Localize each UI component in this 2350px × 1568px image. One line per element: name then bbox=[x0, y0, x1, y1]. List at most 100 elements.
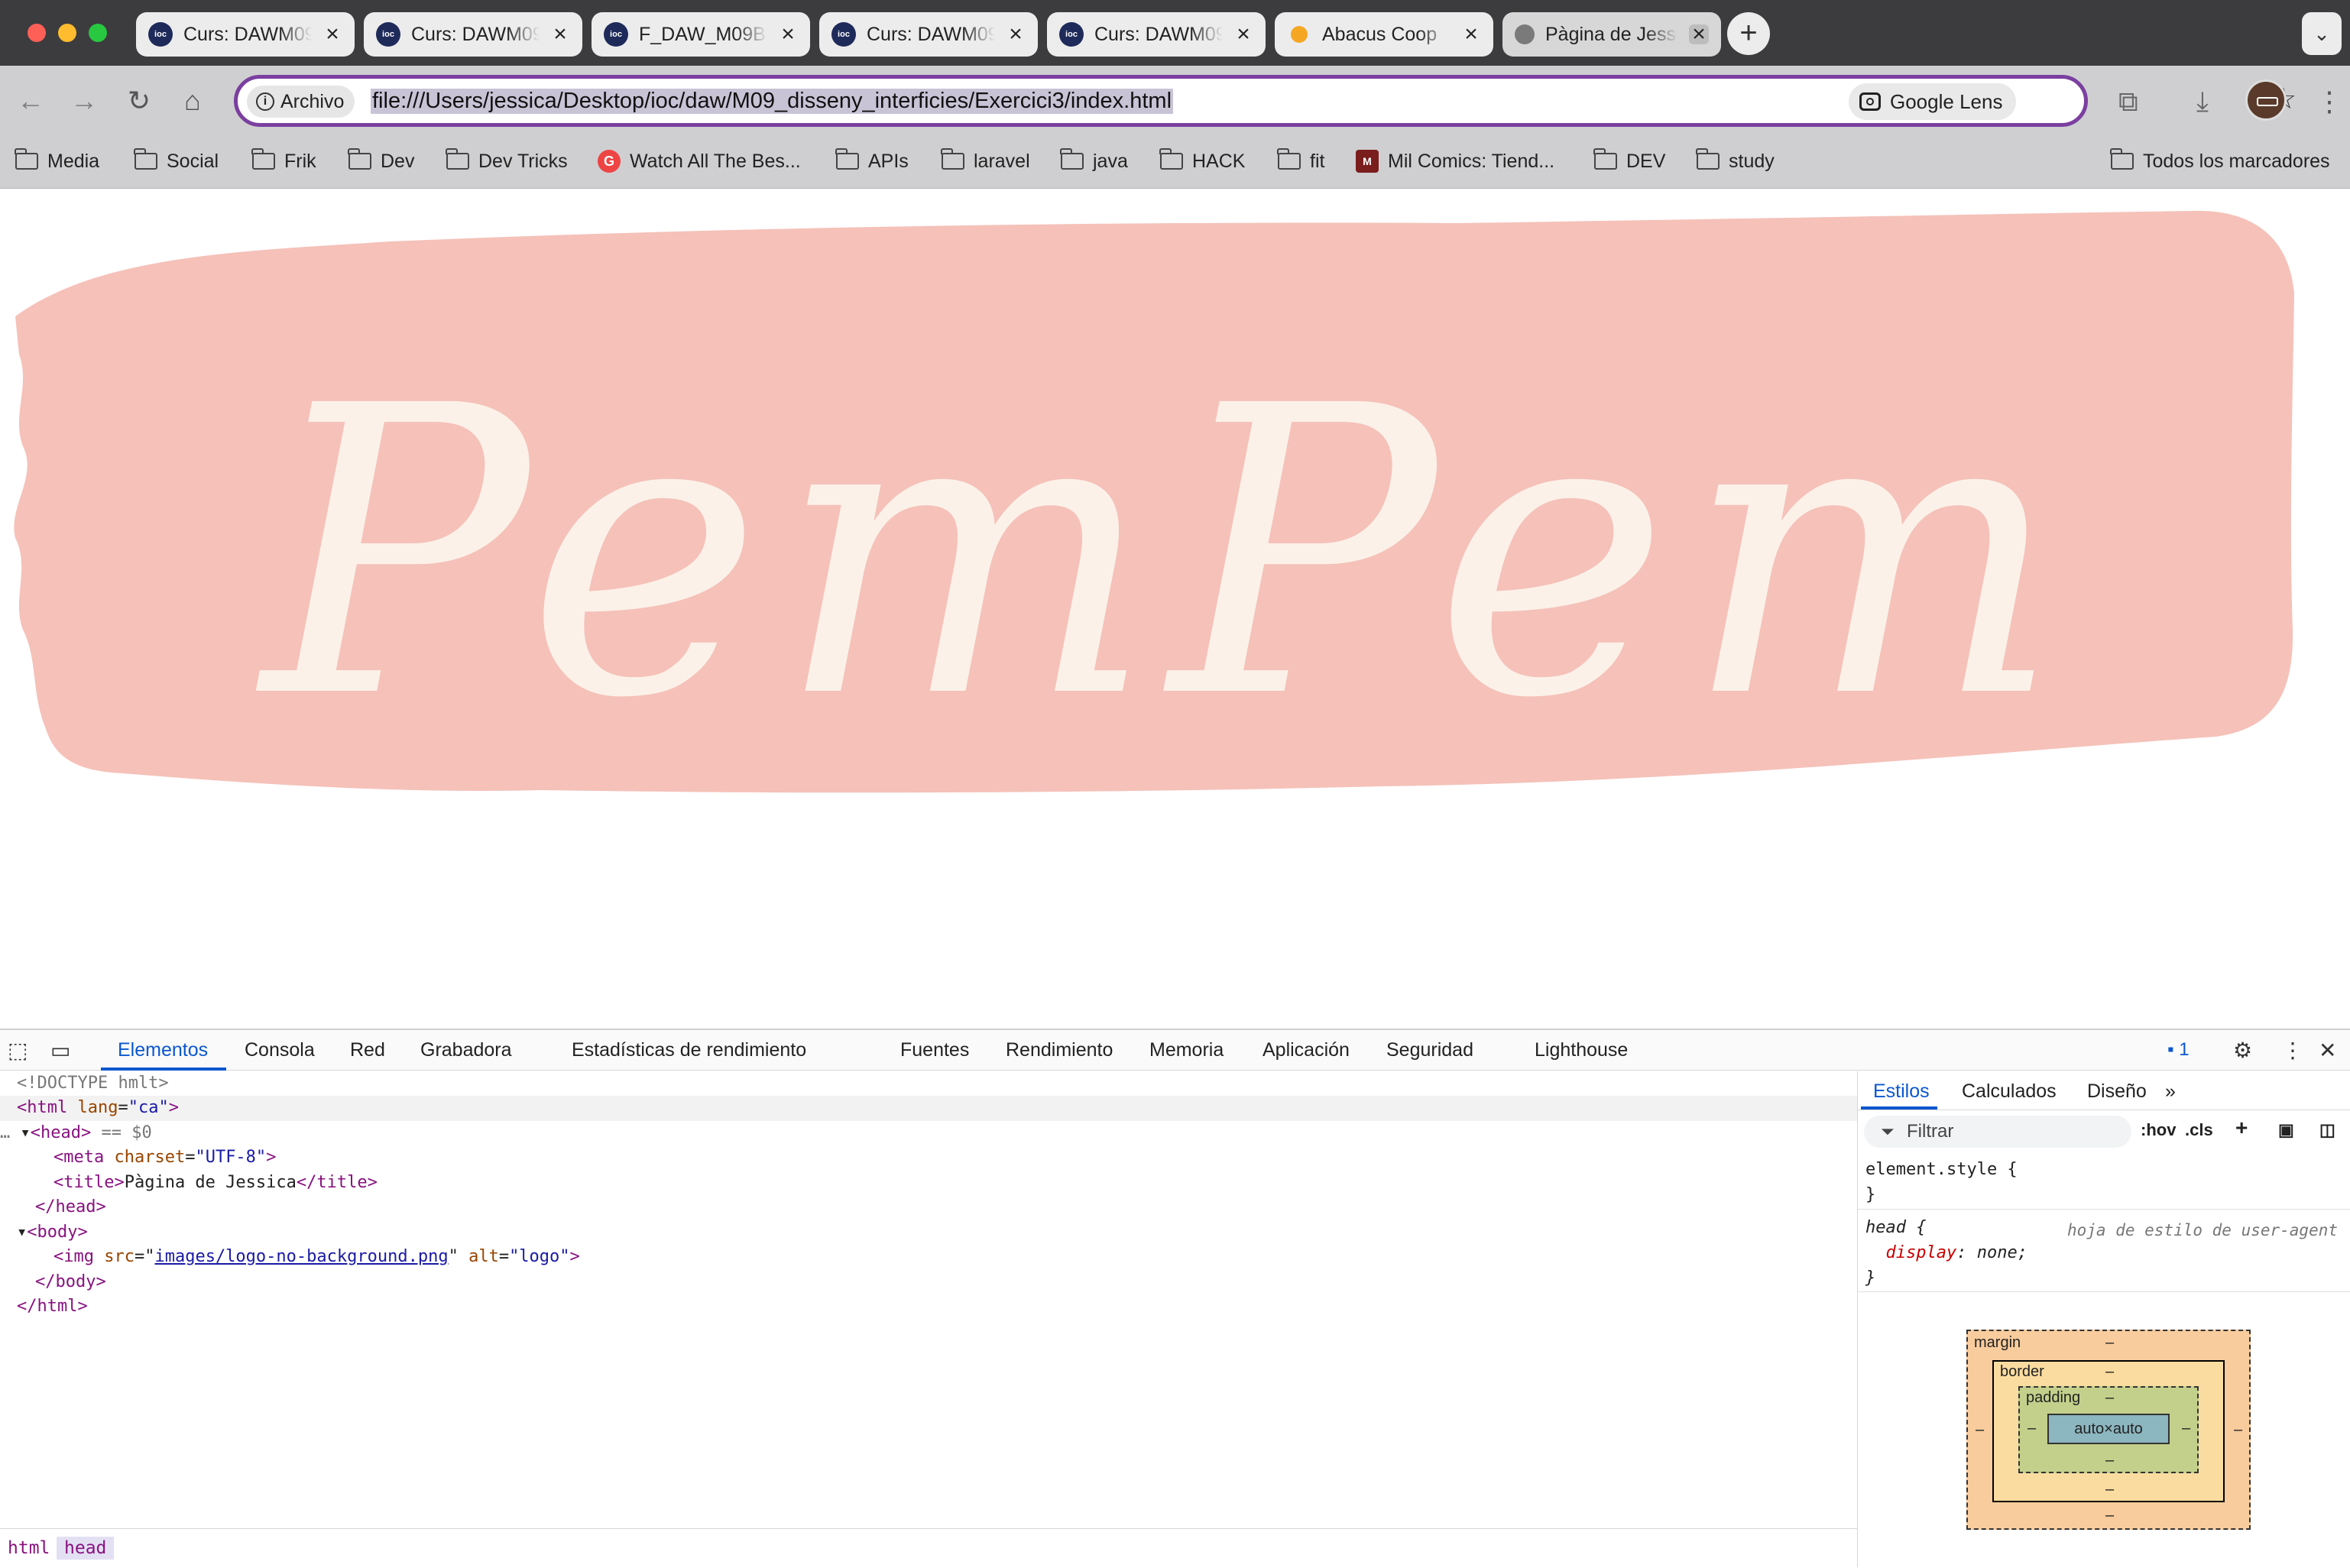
dom-html-open[interactable]: <html lang="ca"> bbox=[17, 1096, 179, 1121]
url-text[interactable]: file:///Users/jessica/Desktop/ioc/daw/M0… bbox=[371, 89, 1174, 114]
forward-icon[interactable]: → bbox=[66, 83, 102, 119]
close-tab-icon[interactable]: × bbox=[550, 23, 570, 46]
box-model-padding[interactable]: padding – – – – auto×auto bbox=[2018, 1386, 2199, 1473]
address-bar[interactable]: i Archivo file:///Users/jessica/Desktop/… bbox=[234, 75, 2297, 127]
tab-estadisticas[interactable]: Estadísticas de rendimiento bbox=[572, 1039, 806, 1061]
reload-icon[interactable]: ↻ bbox=[121, 83, 157, 119]
breadcrumb-html[interactable]: html bbox=[0, 1537, 57, 1560]
close-devtools-icon[interactable]: ✕ bbox=[2319, 1038, 2336, 1063]
dom-img[interactable]: <img src="images/logo-no-background.png"… bbox=[53, 1245, 580, 1270]
bookmark-folder[interactable]: Social bbox=[134, 145, 219, 177]
browser-tab[interactable]: ioc Curs: DAWM09 × bbox=[819, 12, 1038, 57]
cls-toggle[interactable]: .cls bbox=[2185, 1120, 2213, 1140]
tab-search-button[interactable]: ⌄ bbox=[2302, 12, 2342, 55]
bookmark-folder[interactable]: fit bbox=[1277, 145, 1324, 177]
bookmark-link[interactable]: M Mil Comics: Tiend... bbox=[1356, 145, 1554, 177]
browser-tab[interactable]: ioc Curs: DAWM09 × bbox=[136, 12, 355, 57]
bookmark-folder[interactable]: laravel bbox=[941, 145, 1030, 177]
new-tab-button[interactable]: + bbox=[1727, 12, 1770, 55]
tab-rendimiento[interactable]: Rendimiento bbox=[1006, 1039, 1113, 1061]
watch-site-icon: G bbox=[598, 150, 621, 173]
tab-elementos[interactable]: Elementos bbox=[118, 1039, 208, 1061]
extensions-icon[interactable]: ⧉ bbox=[2118, 86, 2138, 118]
bookmark-link[interactable]: G Watch All The Bes... bbox=[598, 145, 801, 177]
issues-badge[interactable]: ▪ 1 bbox=[2167, 1039, 2190, 1061]
tab-lighthouse[interactable]: Lighthouse bbox=[1535, 1039, 1628, 1061]
tab-grabadora[interactable]: Grabadora bbox=[420, 1039, 512, 1061]
inspect-element-icon[interactable]: ⬚ bbox=[8, 1038, 28, 1063]
close-tab-icon[interactable]: × bbox=[1233, 23, 1253, 46]
browser-tab-active[interactable]: Pàgina de Jessica × bbox=[1502, 12, 1721, 57]
add-rule-icon[interactable]: + bbox=[2235, 1116, 2248, 1140]
bookmark-folder[interactable]: java bbox=[1060, 145, 1128, 177]
bookmark-label: Dev Tricks bbox=[478, 150, 568, 172]
dom-html-close[interactable]: </html> bbox=[17, 1294, 88, 1320]
close-window-button[interactable] bbox=[28, 24, 46, 42]
box-model-border[interactable]: border – – padding – – – – auto×auto bbox=[1992, 1360, 2225, 1502]
avatar[interactable] bbox=[2245, 79, 2287, 121]
bookmark-folder[interactable]: DEV bbox=[1593, 145, 1665, 177]
css-prop-value[interactable]: : none; bbox=[1956, 1243, 2027, 1262]
styles-filter-input[interactable]: Filtrar bbox=[1864, 1116, 2131, 1148]
gear-icon[interactable]: ⚙ bbox=[2233, 1038, 2252, 1063]
browser-tab[interactable]: ioc Curs: DAWM09 × bbox=[364, 12, 582, 57]
img-src-link[interactable]: images/logo-no-background.png bbox=[154, 1247, 448, 1266]
tab-estilos[interactable]: Estilos bbox=[1873, 1080, 1930, 1103]
bookmark-label: HACK bbox=[1192, 150, 1246, 172]
equals-sign: = bbox=[498, 1247, 510, 1266]
tab-memoria[interactable]: Memoria bbox=[1149, 1039, 1224, 1061]
tab-aplicacion[interactable]: Aplicación bbox=[1263, 1039, 1350, 1061]
menu-kebab-icon[interactable]: ⋮ bbox=[2316, 86, 2343, 118]
caret-down-icon[interactable]: ▾ bbox=[21, 1123, 31, 1142]
bookmark-folder[interactable]: Dev Tricks bbox=[446, 145, 568, 177]
dom-meta[interactable]: <meta charset="UTF-8"> bbox=[53, 1145, 276, 1171]
bookmark-folder[interactable]: Frik bbox=[251, 145, 316, 177]
head-rule[interactable]: head { display: none; } bbox=[1865, 1215, 2027, 1291]
close-tab-icon[interactable]: × bbox=[1006, 23, 1026, 46]
dom-body-close[interactable]: </body> bbox=[35, 1270, 106, 1295]
dom-head-open[interactable]: … ▾<head> == $0 bbox=[0, 1121, 152, 1146]
close-tab-icon[interactable]: × bbox=[778, 23, 798, 46]
box-model-margin[interactable]: margin – – – – border – – padding – – – … bbox=[1966, 1330, 2251, 1530]
more-tabs-icon[interactable]: » bbox=[2165, 1080, 2176, 1103]
close-tab-icon[interactable]: × bbox=[1689, 23, 1709, 46]
tab-seguridad[interactable]: Seguridad bbox=[1386, 1039, 1473, 1061]
browser-tab[interactable]: ioc Curs: DAWM09 × bbox=[1047, 12, 1266, 57]
close-tab-icon[interactable]: × bbox=[1461, 23, 1481, 46]
device-toolbar-icon[interactable]: ▭ bbox=[50, 1038, 70, 1063]
more-options-icon[interactable]: ⋮ bbox=[2282, 1038, 2303, 1063]
back-icon[interactable]: ← bbox=[12, 83, 49, 119]
css-prop-name[interactable]: display bbox=[1886, 1243, 1957, 1262]
dom-head-close[interactable]: </head> bbox=[35, 1195, 106, 1220]
tab-consola[interactable]: Consola bbox=[245, 1039, 315, 1061]
all-bookmarks-folder[interactable]: Todos los marcadores bbox=[2110, 145, 2330, 177]
bookmark-folder[interactable]: study bbox=[1696, 145, 1775, 177]
tab-diseno[interactable]: Diseño bbox=[2087, 1080, 2147, 1103]
browser-tab[interactable]: ioc F_DAW_M09B × bbox=[592, 12, 810, 57]
bookmark-folder[interactable]: Media bbox=[15, 145, 99, 177]
maximize-window-button[interactable] bbox=[89, 24, 107, 42]
browser-tab[interactable]: Abacus Coop × bbox=[1275, 12, 1493, 57]
bookmark-folder[interactable]: APIs bbox=[835, 145, 909, 177]
minimize-window-button[interactable] bbox=[58, 24, 76, 42]
sidebar-toggle-icon[interactable]: ◫ bbox=[2319, 1120, 2335, 1140]
download-icon[interactable]: ⤓ bbox=[2196, 86, 2209, 118]
paint-icon[interactable]: ▣ bbox=[2278, 1120, 2294, 1140]
bookmark-folder[interactable]: HACK bbox=[1159, 145, 1246, 177]
bookmark-folder[interactable]: Dev bbox=[348, 145, 414, 177]
hov-toggle[interactable]: :hov bbox=[2141, 1120, 2176, 1140]
dom-title[interactable]: <title>Pàgina de Jessica</title> bbox=[53, 1171, 378, 1196]
tab-calculados[interactable]: Calculados bbox=[1962, 1080, 2057, 1103]
element-style-rule[interactable]: element.style { } bbox=[1865, 1157, 2018, 1207]
dom-body-open[interactable]: ▾<body> bbox=[17, 1220, 88, 1246]
tab-fuentes[interactable]: Fuentes bbox=[900, 1039, 969, 1061]
box-model-content[interactable]: auto×auto bbox=[2047, 1414, 2170, 1444]
caret-down-icon[interactable]: ▾ bbox=[17, 1223, 27, 1242]
dom-doctype[interactable]: <!DOCTYPE hmlt> bbox=[17, 1071, 169, 1097]
tab-red[interactable]: Red bbox=[350, 1039, 385, 1061]
close-tab-icon[interactable]: × bbox=[323, 23, 342, 46]
breadcrumb-head[interactable]: head bbox=[57, 1537, 115, 1560]
site-info-chip[interactable]: i Archivo bbox=[247, 86, 355, 118]
home-icon[interactable]: ⌂ bbox=[174, 83, 211, 119]
google-lens-button[interactable]: Google Lens bbox=[1849, 83, 2017, 120]
